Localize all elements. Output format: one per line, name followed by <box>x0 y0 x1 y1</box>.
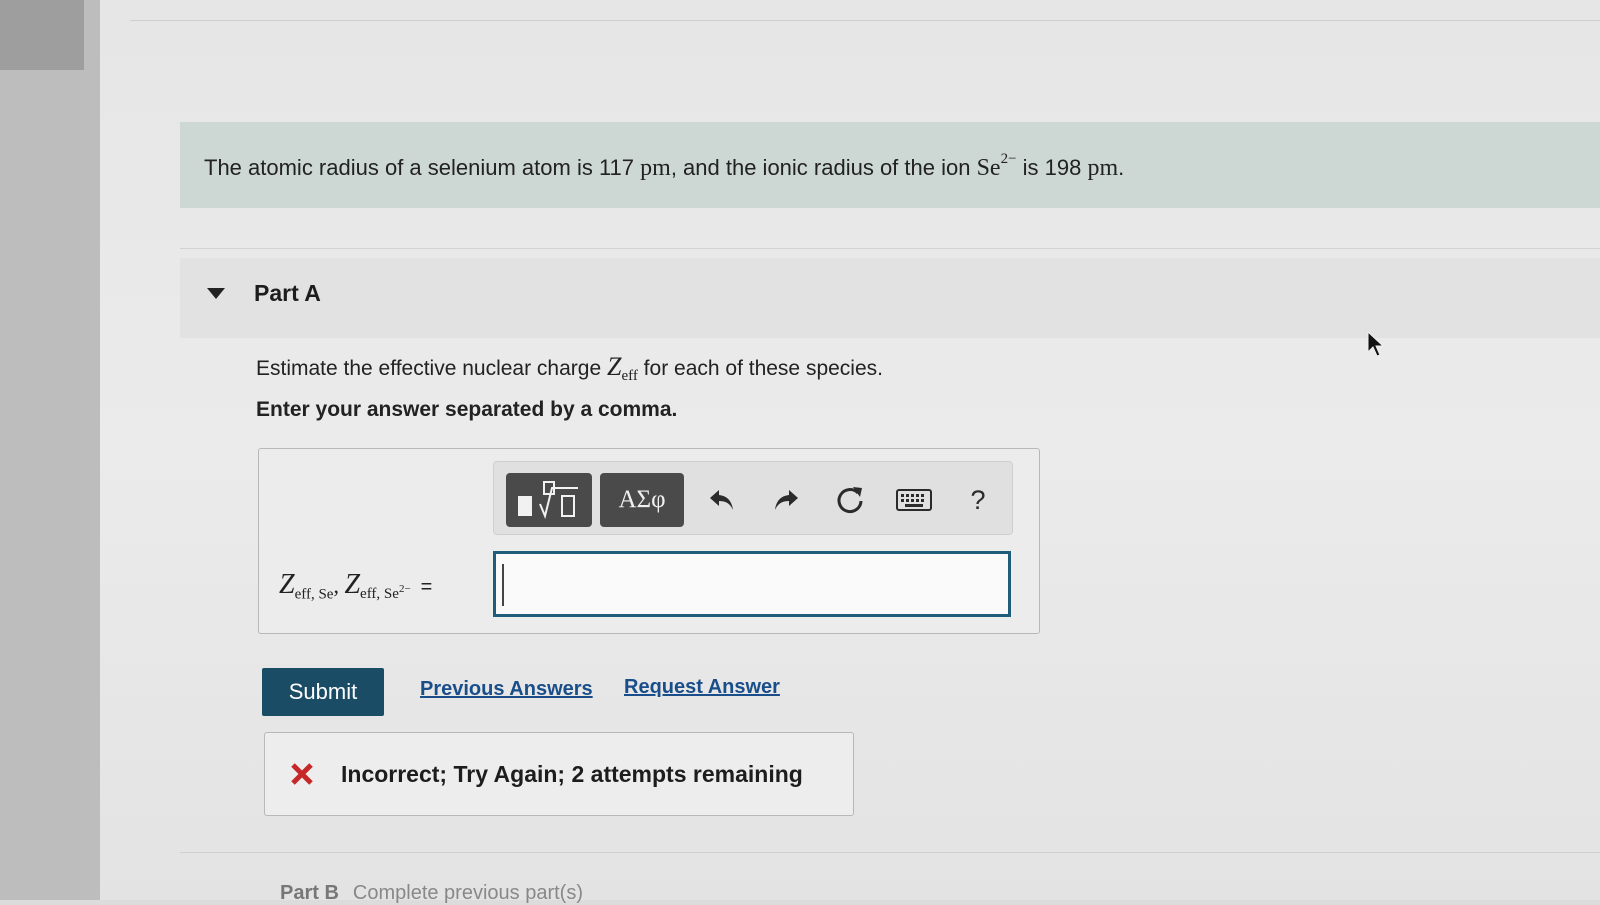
reset-button[interactable] <box>826 476 874 524</box>
answer-equals: = <box>420 576 433 598</box>
request-answer-link[interactable]: Request Answer <box>624 676 780 699</box>
intro-unit-2: pm <box>1087 155 1119 181</box>
keyboard-icon <box>896 489 932 511</box>
undo-button[interactable] <box>698 476 746 524</box>
left-margin-top <box>0 0 84 70</box>
answer-label-z1: Z <box>279 569 295 600</box>
intro-text-middle: , and the ionic radius of the ion <box>670 155 977 180</box>
feedback-message: Incorrect; Try Again; 2 attempts remaini… <box>341 761 803 787</box>
ion-formula: Se2− <box>976 151 1017 181</box>
answer-label-z2: Z <box>344 569 361 600</box>
ion-charge: 2− <box>1000 151 1017 167</box>
part-b-title: Part B <box>280 882 339 904</box>
top-divider <box>130 20 1600 21</box>
intro-text-after: is 198 <box>1016 155 1088 180</box>
question-text: Estimate the effective nuclear charge Ze… <box>256 352 883 385</box>
answer-label-sub2-charge: 2− <box>398 583 411 596</box>
problem-intro: The atomic radius of a selenium atom is … <box>180 122 1600 208</box>
intro-period: . <box>1118 155 1125 180</box>
x-icon <box>291 763 313 785</box>
answer-label-sub2-wrap: eff, Se2− <box>360 583 411 603</box>
answer-label-sub1: eff, Se <box>294 586 334 603</box>
intro-text-before: The atomic radius of a selenium atom is … <box>204 155 641 180</box>
bottom-divider <box>180 852 1600 853</box>
answer-label: Zeff, Se, Zeff, Se2− = <box>279 569 432 603</box>
keyboard-button[interactable] <box>890 476 938 524</box>
redo-button[interactable] <box>762 476 810 524</box>
feedback-box: Incorrect; Try Again; 2 attempts remaini… <box>264 732 854 816</box>
part-b-header[interactable]: Part B Complete previous part(s) <box>280 882 583 905</box>
part-title: Part A <box>254 280 321 306</box>
answer-instruction: Enter your answer separated by a comma. <box>256 398 678 421</box>
collapse-caret-icon[interactable] <box>207 288 225 299</box>
problem-intro-text: The atomic radius of a selenium atom is … <box>204 151 1125 182</box>
previous-answers-link[interactable]: Previous Answers <box>420 678 593 701</box>
undo-icon <box>710 490 733 510</box>
submit-button[interactable]: Submit <box>262 668 384 716</box>
intro-unit-1: pm <box>640 155 671 181</box>
section-divider <box>180 248 1600 249</box>
reset-icon <box>837 487 863 514</box>
answer-panel: ΑΣφ ? Zeff, Se, Zeff, Se2− = <box>258 448 1040 634</box>
zeff-symbol: Z <box>606 352 622 381</box>
left-margin <box>0 0 100 900</box>
answer-input[interactable] <box>493 551 1011 617</box>
ion-symbol: Se <box>976 155 1001 181</box>
zeff-subscript: eff <box>621 368 638 385</box>
greek-symbols-button[interactable]: ΑΣφ <box>600 473 684 527</box>
question-after: for each of these species. <box>637 357 883 380</box>
templates-radical-icon <box>518 481 578 520</box>
help-button[interactable]: ? <box>954 476 1002 524</box>
part-a-header[interactable]: Part A <box>180 258 1600 338</box>
mouse-pointer-icon <box>1367 330 1385 357</box>
redo-icon <box>775 490 798 510</box>
answer-label-sub2: eff, Se <box>360 586 399 603</box>
question-before: Estimate the effective nuclear charge <box>256 357 607 380</box>
math-toolbar: ΑΣφ ? <box>493 461 1013 535</box>
templates-button[interactable] <box>506 473 592 527</box>
part-b-status: Complete previous part(s) <box>352 882 583 904</box>
answer-label-comma: , <box>333 573 345 598</box>
text-cursor <box>502 564 504 606</box>
